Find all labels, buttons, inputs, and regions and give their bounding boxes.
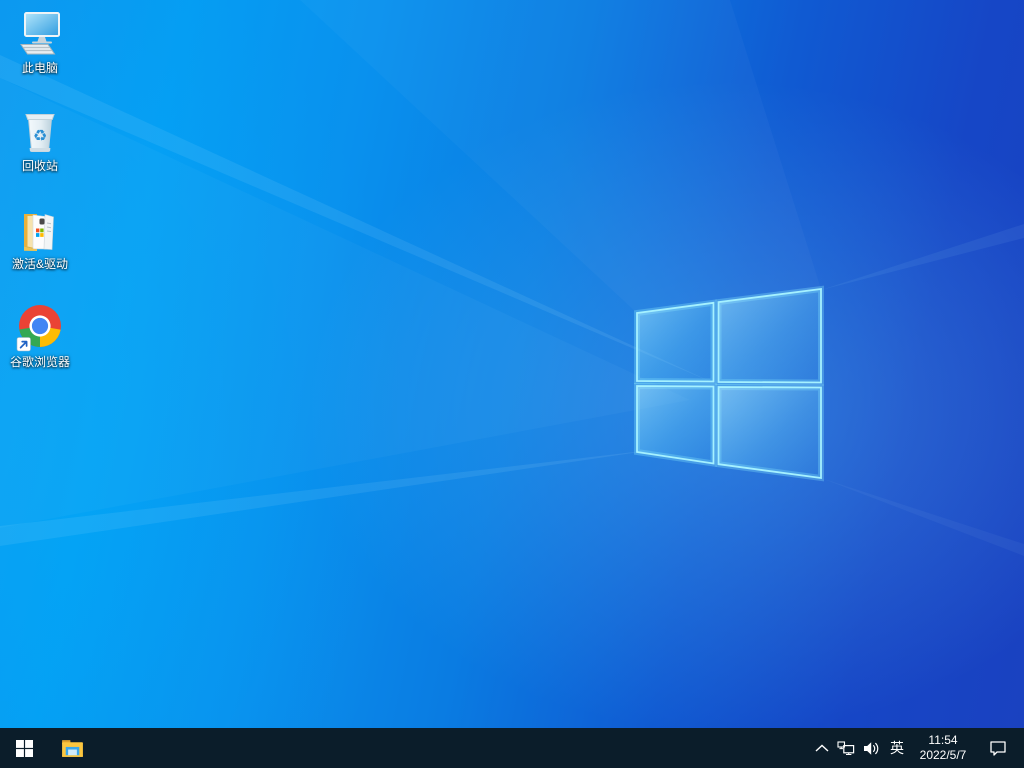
recycle-bin-icon: ♻ bbox=[25, 114, 55, 152]
clock[interactable]: 11:54 2022/5/7 bbox=[910, 728, 976, 768]
network-tray-button[interactable] bbox=[834, 728, 858, 768]
desktop-icon-recycle-bin[interactable]: ♻ 回收站 bbox=[2, 106, 78, 204]
desktop-icon-activation-drivers[interactable]: 激活&驱动 bbox=[2, 204, 78, 302]
ime-indicator[interactable]: 英 bbox=[884, 728, 910, 768]
desktop-icon-this-pc[interactable]: 此电脑 bbox=[2, 8, 78, 106]
volume-tray-button[interactable] bbox=[858, 728, 884, 768]
clock-time: 11:54 bbox=[928, 733, 958, 747]
action-center-icon bbox=[990, 740, 1006, 756]
desktop-icon-google-chrome[interactable]: 谷歌浏览器 bbox=[2, 302, 78, 400]
file-explorer-icon bbox=[61, 739, 83, 757]
shortcut-arrow-overlay bbox=[16, 337, 31, 352]
taskbar-left bbox=[0, 728, 96, 768]
chrome-icon bbox=[16, 305, 61, 352]
desktop-icon-label: 激活&驱动 bbox=[11, 257, 68, 271]
system-tray: 英 11:54 2022/5/7 bbox=[810, 728, 1024, 768]
ime-indicator-label: 英 bbox=[890, 740, 904, 756]
ethernet-network-icon bbox=[837, 740, 855, 755]
speaker-volume-icon bbox=[863, 741, 878, 755]
action-center-button[interactable] bbox=[976, 728, 1020, 768]
clock-date: 2022/5/7 bbox=[919, 748, 967, 762]
light-ray bbox=[821, 224, 1024, 290]
desktop-icon-label: 谷歌浏览器 bbox=[9, 355, 70, 369]
start-button[interactable] bbox=[0, 728, 48, 768]
taskbar: 英 11:54 2022/5/7 bbox=[0, 728, 1024, 768]
this-pc-icon bbox=[20, 12, 60, 55]
light-ray bbox=[821, 478, 1024, 556]
start-windows-icon bbox=[15, 739, 33, 757]
open-folder-icon bbox=[24, 214, 54, 251]
windows-logo-wallpaper-art bbox=[0, 55, 1024, 556]
desktop-icon-label: 回收站 bbox=[21, 159, 58, 173]
desktop-icon-grid: 此电脑 ♻ 回收站 激活&驱动 谷歌浏览器 bbox=[2, 8, 78, 400]
show-hidden-icons-button[interactable] bbox=[810, 728, 834, 768]
chevron-up-icon bbox=[815, 744, 829, 752]
taskbar-file-explorer-button[interactable] bbox=[48, 728, 96, 768]
desktop: 此电脑 ♻ 回收站 激活&驱动 谷歌浏览器 英 11:54 2022/5/7 bbox=[0, 0, 1024, 768]
svg-text:♻: ♻ bbox=[33, 126, 47, 145]
desktop-icon-label: 此电脑 bbox=[21, 61, 58, 75]
